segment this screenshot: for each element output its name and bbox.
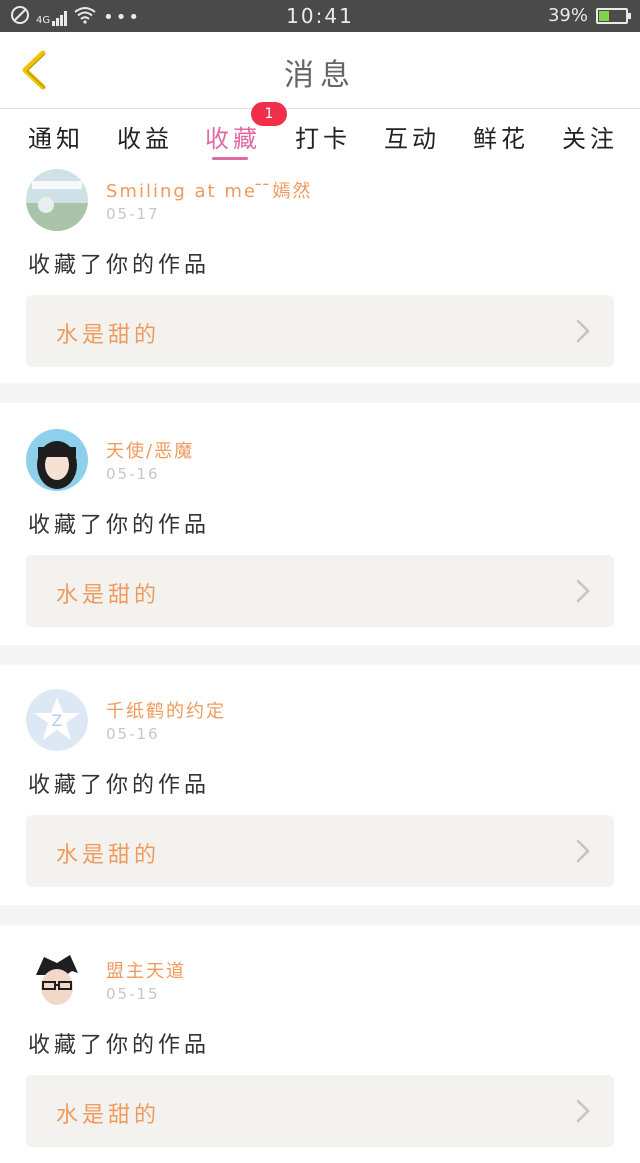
work-title: 水是甜的 [56,583,161,608]
battery-icon [596,7,631,24]
svg-text:Z: Z [52,711,63,730]
landscape-photo-avatar[interactable] [26,169,88,231]
work-title: 水是甜的 [56,323,161,348]
chevron-right-icon [576,579,590,603]
page-title: 消息 [284,58,356,93]
tab-follows[interactable]: 关注 [562,119,618,154]
list-item: Z 千纸鹤的约定 05-16 收藏了你的作品 水是甜的 [0,681,640,903]
message-date: 05-17 [106,205,160,223]
message-date: 05-16 [106,725,160,743]
tab-earnings[interactable]: 收益 [117,119,173,154]
chevron-right-icon [576,1099,590,1123]
action-text: 收藏了你的作品 [28,253,211,278]
status-bar: 4G ••• 10:41 39% [0,0,640,32]
tab-favorites[interactable]: 收藏 [205,119,261,154]
work-link[interactable]: 水是甜的 [26,815,614,887]
divider [0,645,640,665]
list-item: 盟主天道 05-15 收藏了你的作品 水是甜的 [0,941,640,1163]
message-date: 05-15 [106,985,160,1003]
chevron-right-icon [576,319,590,343]
divider [0,383,640,403]
girl-portrait-avatar[interactable] [26,429,88,491]
work-link[interactable]: 水是甜的 [26,1075,614,1147]
tab-notifications[interactable]: 通知 [28,119,84,154]
header-bar: 消息 [0,32,640,109]
message-date: 05-16 [106,465,160,483]
divider [0,905,640,925]
tab-flowers[interactable]: 鲜花 [473,119,529,154]
action-text: 收藏了你的作品 [28,1033,211,1058]
tab-checkin[interactable]: 打卡 [295,119,351,154]
work-title: 水是甜的 [56,1103,161,1128]
default-star-avatar[interactable]: Z [26,689,88,751]
action-text: 收藏了你的作品 [28,773,211,798]
action-text: 收藏了你的作品 [28,513,211,538]
tab-interactions[interactable]: 互动 [384,119,440,154]
chevron-right-icon [576,839,590,863]
glasses-boy-avatar[interactable] [26,949,88,1011]
tab-bar: 通知 收益 收藏 打卡 互动 鲜花 关注 [0,109,640,161]
work-link[interactable]: 水是甜的 [26,295,614,367]
user-name[interactable]: 盟主天道 [106,957,186,983]
active-tab-indicator [212,157,248,160]
list-item: Smiling at me ̄ ̄嫣然 05-17 收藏了你的作品 水是甜的 [0,161,640,383]
user-name[interactable]: 天使/恶魔 [106,437,194,463]
user-name[interactable]: Smiling at me ̄ ̄嫣然 [106,177,312,203]
status-icons-right: 39% [547,5,631,26]
work-link[interactable]: 水是甜的 [26,555,614,627]
battery-fill [599,10,609,21]
status-time: 10:41 [286,4,354,28]
battery-percent: 39% [547,5,588,26]
unread-badge: 1 [251,102,287,126]
user-name[interactable]: 千纸鹤的约定 [106,697,226,723]
work-title: 水是甜的 [56,843,161,868]
list-item: 天使/恶魔 05-16 收藏了你的作品 水是甜的 [0,421,640,643]
